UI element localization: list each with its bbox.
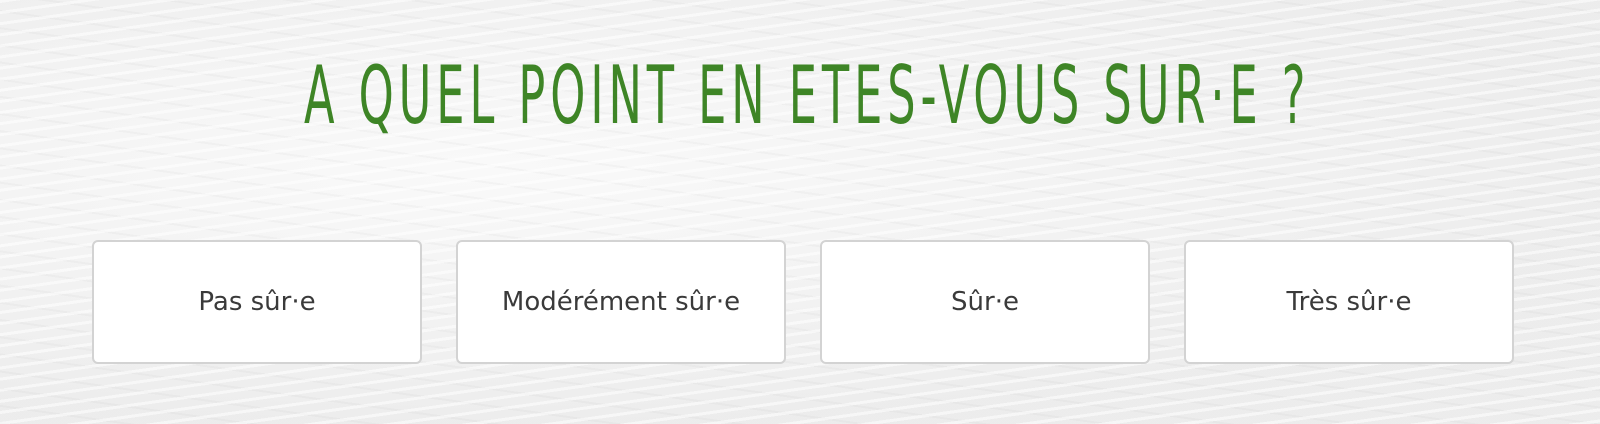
option-pas-sure-button[interactable]: Pas sûr·e	[92, 240, 422, 364]
option-tres-sure-button[interactable]: Très sûr·e	[1184, 240, 1514, 364]
answer-options: Pas sûr·e Modérément sûr·e Sûr·e Très sû…	[92, 240, 1516, 366]
option-moderement-sure-button[interactable]: Modérément sûr·e	[456, 240, 786, 364]
option-sure-button[interactable]: Sûr·e	[820, 240, 1150, 364]
question-title: A quel point en etes-vous sur·e ?	[304, 49, 1311, 142]
